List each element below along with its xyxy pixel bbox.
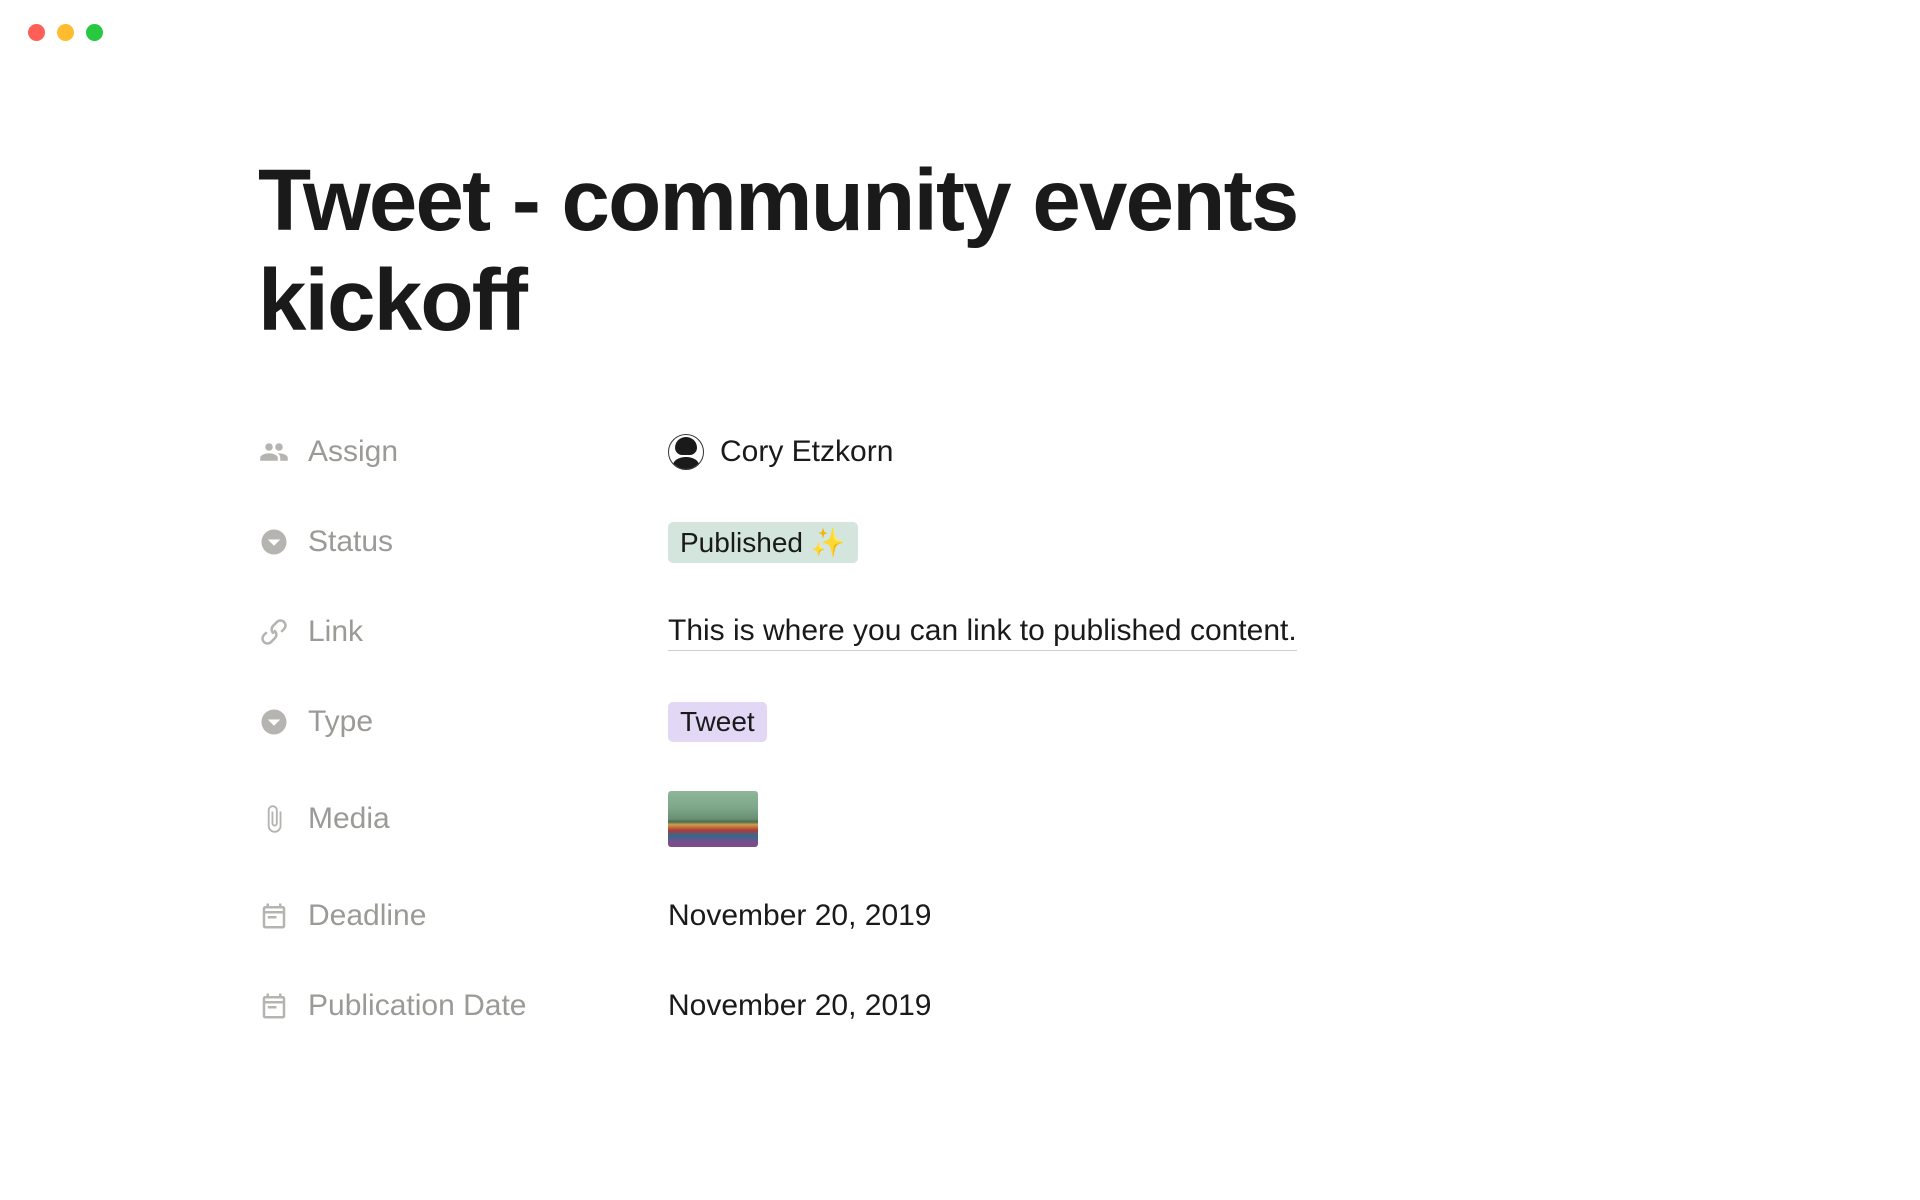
- property-label-text: Link: [308, 615, 363, 649]
- property-label-text: Status: [308, 525, 393, 559]
- property-value-link[interactable]: This is where you can link to published …: [668, 614, 1297, 651]
- property-value-media[interactable]: [668, 791, 758, 847]
- property-publication-date[interactable]: Publication Date November 20, 2019: [258, 985, 1560, 1027]
- property-label-status: Status: [258, 525, 668, 559]
- person-icon: [258, 436, 290, 468]
- type-tag: Tweet: [668, 702, 767, 742]
- chevron-down-circle-icon: [258, 706, 290, 738]
- maximize-window-button[interactable]: [86, 24, 103, 41]
- property-label-text: Type: [308, 705, 373, 739]
- property-value-deadline[interactable]: November 20, 2019: [668, 899, 932, 933]
- property-value-status[interactable]: Published ✨: [668, 522, 858, 563]
- property-status[interactable]: Status Published ✨: [258, 521, 1560, 563]
- property-label-text: Deadline: [308, 899, 426, 933]
- deadline-date: November 20, 2019: [668, 899, 932, 933]
- properties-list: Assign Cory Etzkorn Status Published ✨: [258, 431, 1560, 1027]
- property-deadline[interactable]: Deadline November 20, 2019: [258, 895, 1560, 937]
- paperclip-icon: [258, 803, 290, 835]
- link-text: This is where you can link to published …: [668, 614, 1297, 651]
- property-value-type[interactable]: Tweet: [668, 702, 767, 742]
- status-tag: Published ✨: [668, 522, 858, 563]
- property-value-publication-date[interactable]: November 20, 2019: [668, 989, 932, 1023]
- property-value-assign[interactable]: Cory Etzkorn: [668, 434, 893, 470]
- property-label-media: Media: [258, 802, 668, 836]
- property-media[interactable]: Media: [258, 791, 1560, 847]
- property-label-type: Type: [258, 705, 668, 739]
- property-link[interactable]: Link This is where you can link to publi…: [258, 611, 1560, 653]
- page-content: Tweet - community events kickoff Assign …: [0, 41, 1560, 1027]
- property-label-assign: Assign: [258, 435, 668, 469]
- property-label-deadline: Deadline: [258, 899, 668, 933]
- publication-date: November 20, 2019: [668, 989, 932, 1023]
- calendar-icon: [258, 990, 290, 1022]
- close-window-button[interactable]: [28, 24, 45, 41]
- media-thumbnail[interactable]: [668, 791, 758, 847]
- assignee-name: Cory Etzkorn: [720, 435, 893, 469]
- calendar-icon: [258, 900, 290, 932]
- avatar: [668, 434, 704, 470]
- link-icon: [258, 616, 290, 648]
- property-assign[interactable]: Assign Cory Etzkorn: [258, 431, 1560, 473]
- chevron-down-circle-icon: [258, 526, 290, 558]
- property-label-text: Media: [308, 802, 390, 836]
- property-label-link: Link: [258, 615, 668, 649]
- minimize-window-button[interactable]: [57, 24, 74, 41]
- property-label-text: Publication Date: [308, 989, 526, 1023]
- page-title[interactable]: Tweet - community events kickoff: [258, 151, 1560, 351]
- property-label-publication-date: Publication Date: [258, 989, 668, 1023]
- property-type[interactable]: Type Tweet: [258, 701, 1560, 743]
- property-label-text: Assign: [308, 435, 398, 469]
- window-controls: [0, 0, 1920, 41]
